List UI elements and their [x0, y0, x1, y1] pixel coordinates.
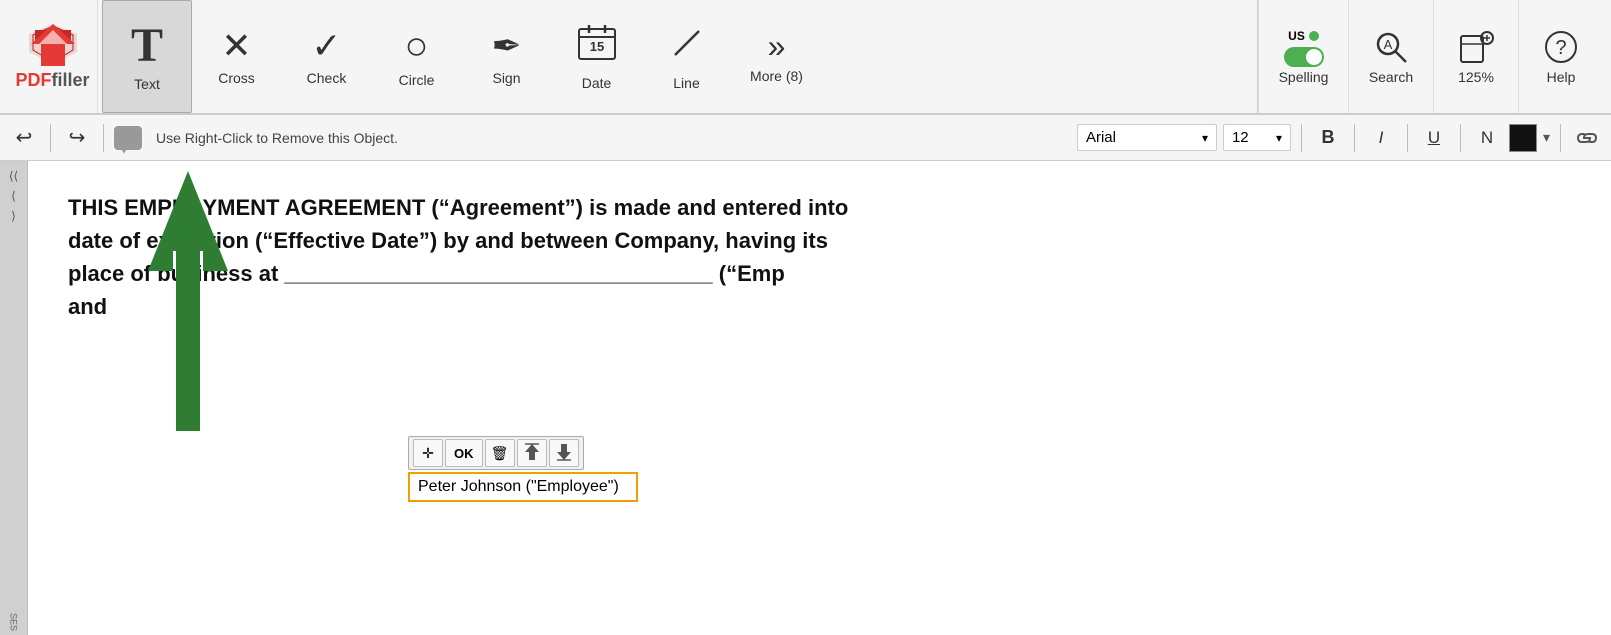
line-tool-label: Line	[673, 75, 699, 91]
separator-1	[50, 124, 51, 152]
move-up-button[interactable]	[517, 439, 547, 467]
text-tool-button[interactable]: T Text	[102, 0, 192, 113]
separator-6	[1460, 124, 1461, 152]
separator-2	[103, 124, 104, 152]
help-label: Help	[1547, 69, 1576, 85]
separator-7	[1560, 124, 1561, 152]
font-size-selector[interactable]: 12 ▾	[1223, 124, 1291, 151]
ok-label: OK	[454, 446, 474, 461]
move-down-button[interactable]	[549, 439, 579, 467]
font-selector[interactable]: Arial ▾	[1077, 124, 1217, 151]
separator-4	[1354, 124, 1355, 152]
format-toolbar: ↩ ↪ Use Right-Click to Remove this Objec…	[0, 115, 1611, 161]
check-icon: ✓	[311, 28, 341, 64]
check-tool-button[interactable]: ✓ Check	[282, 0, 372, 113]
cross-tool-button[interactable]: ✕ Cross	[192, 0, 282, 113]
date-tool-button[interactable]: 15 Date	[552, 0, 642, 113]
sign-tool-label: Sign	[492, 70, 520, 86]
line-icon	[667, 23, 707, 69]
more-tools-label: More (8)	[750, 68, 803, 84]
zoom-button[interactable]: 125%	[1433, 0, 1518, 113]
doc-line-1: THIS EMPLOYMENT AGREEMENT (“Agreement”) …	[68, 191, 1571, 224]
search-button[interactable]: A Search	[1348, 0, 1433, 113]
circle-tool-button[interactable]: ○ Circle	[372, 0, 462, 113]
link-icon	[1576, 131, 1598, 145]
zoom-label: 125%	[1458, 69, 1494, 85]
color-dropdown-arrow[interactable]: ▾	[1543, 129, 1550, 146]
ses-label[interactable]: SES	[9, 613, 19, 631]
undo-button[interactable]: ↩	[8, 122, 40, 154]
doc-line-3: place of business at ___________________…	[68, 257, 1571, 290]
svg-text:15: 15	[589, 39, 603, 54]
doc-line-2: date of execution (“Effective Date”) by …	[68, 224, 1571, 257]
cross-tool-label: Cross	[218, 70, 255, 86]
text-widget: ✛ OK 🗑	[408, 436, 638, 502]
delete-widget-button[interactable]: 🗑	[485, 439, 515, 467]
pdffiller-logo-icon	[27, 22, 79, 66]
more-icon: »	[768, 30, 786, 62]
spelling-status-dot	[1309, 31, 1319, 41]
sign-icon: ✒	[491, 28, 521, 64]
text-color-picker[interactable]	[1509, 124, 1537, 152]
separator-5	[1407, 124, 1408, 152]
normal-button[interactable]: N	[1471, 122, 1503, 154]
scroll-down-button[interactable]: ⟩	[11, 209, 16, 223]
font-size-chevron-icon: ▾	[1276, 131, 1282, 145]
font-name: Arial	[1086, 129, 1116, 146]
help-icon: ?	[1542, 28, 1580, 69]
more-tools-button[interactable]: » More (8)	[732, 0, 822, 113]
zoom-icon	[1457, 28, 1495, 69]
search-label: Search	[1369, 69, 1413, 85]
logo[interactable]: PDFfiller	[8, 0, 98, 113]
line-tool-button[interactable]: Line	[642, 0, 732, 113]
scroll-top-button[interactable]: ⟨⟨	[9, 169, 18, 183]
down-arrows-icon	[554, 442, 574, 465]
spelling-toggle-track[interactable]	[1284, 47, 1324, 67]
date-icon: 15	[577, 23, 617, 69]
redo-button[interactable]: ↪	[61, 122, 93, 154]
left-sidebar: ⟨⟨ ⟨ ⟩ SES	[0, 161, 28, 635]
italic-button[interactable]: I	[1365, 122, 1397, 154]
link-button[interactable]	[1571, 122, 1603, 154]
top-toolbar: PDFfiller T Text ✕ Cross ✓ Check ○ Circl…	[0, 0, 1611, 115]
document-text: THIS EMPLOYMENT AGREEMENT (“Agreement”) …	[68, 191, 1571, 323]
up-arrows-icon	[522, 442, 542, 465]
search-icon: A	[1372, 28, 1410, 69]
font-size-value: 12	[1232, 129, 1249, 146]
check-tool-label: Check	[307, 70, 347, 86]
cross-icon: ✕	[221, 28, 251, 64]
text-widget-toolbar: ✛ OK 🗑	[408, 436, 584, 470]
spelling-country: US	[1288, 29, 1305, 43]
ok-button[interactable]: OK	[445, 439, 483, 467]
sign-tool-button[interactable]: ✒ Sign	[462, 0, 552, 113]
toolbar-right: US Spelling A Search	[1257, 0, 1603, 113]
main-content: ⟨⟨ ⟨ ⟩ SES THIS EMPLOYMENT AGREEMENT (“A…	[0, 161, 1611, 635]
spelling-button[interactable]: US Spelling	[1258, 0, 1348, 113]
bold-button[interactable]: B	[1312, 122, 1344, 154]
text-tool-label: Text	[134, 76, 160, 92]
green-arrow-indicator	[148, 171, 228, 456]
font-chevron-icon: ▾	[1202, 131, 1208, 145]
svg-text:?: ?	[1555, 37, 1566, 59]
date-tool-label: Date	[582, 75, 612, 91]
doc-line-4: and	[68, 290, 1571, 323]
move-icon: ✛	[422, 445, 434, 462]
hint-text: Use Right-Click to Remove this Object.	[156, 130, 398, 146]
circle-tool-label: Circle	[399, 72, 435, 88]
document-area[interactable]: THIS EMPLOYMENT AGREEMENT (“Agreement”) …	[28, 161, 1611, 635]
svg-text:A: A	[1384, 37, 1393, 52]
comment-bubble-icon[interactable]	[114, 126, 142, 150]
spelling-toggle-thumb	[1306, 49, 1322, 65]
underline-button[interactable]: U	[1418, 122, 1450, 154]
separator-3	[1301, 124, 1302, 152]
text-tool-icon: T	[131, 22, 163, 70]
logo-text: PDFfiller	[15, 70, 89, 91]
move-widget-button[interactable]: ✛	[413, 439, 443, 467]
delete-icon: 🗑	[491, 445, 509, 462]
help-button[interactable]: ? Help	[1518, 0, 1603, 113]
spelling-label: Spelling	[1279, 69, 1329, 85]
scroll-up-button[interactable]: ⟨	[11, 189, 16, 203]
circle-icon: ○	[404, 26, 428, 66]
text-input-field[interactable]	[408, 472, 638, 502]
